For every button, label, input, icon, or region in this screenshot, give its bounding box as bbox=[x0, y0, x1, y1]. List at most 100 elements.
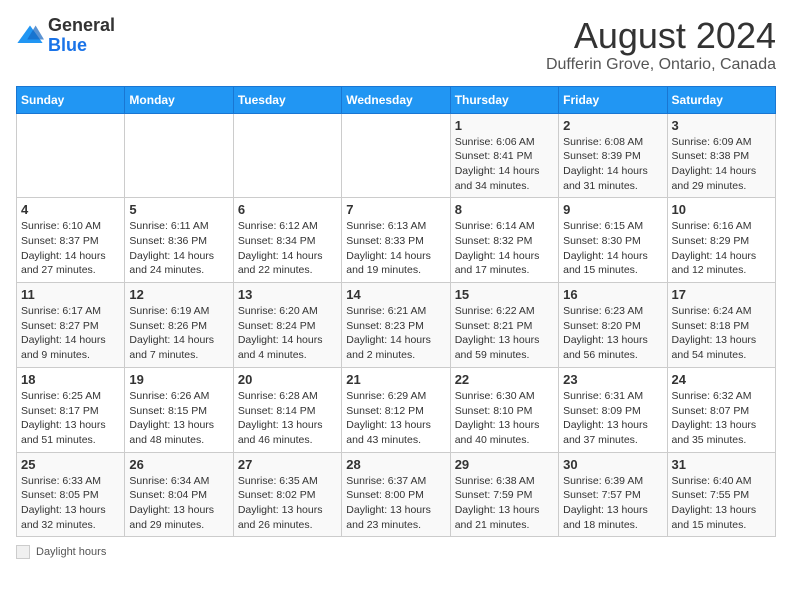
day-number: 7 bbox=[346, 202, 445, 217]
day-info: Sunrise: 6:19 AM Sunset: 8:26 PM Dayligh… bbox=[129, 304, 228, 363]
header-day-wednesday: Wednesday bbox=[342, 86, 450, 113]
calendar-cell: 24 Sunrise: 6:32 AM Sunset: 8:07 PM Dayli… bbox=[667, 367, 775, 452]
day-number: 3 bbox=[672, 118, 771, 133]
day-info: Sunrise: 6:24 AM Sunset: 8:18 PM Dayligh… bbox=[672, 304, 771, 363]
calendar-cell: 15Sunrise: 6:22 AM Sunset: 8:21 PM Dayli… bbox=[450, 283, 558, 368]
logo-icon bbox=[16, 22, 44, 50]
day-number: 12 bbox=[129, 287, 228, 302]
day-number: 13 bbox=[238, 287, 337, 302]
header-day-thursday: Thursday bbox=[450, 86, 558, 113]
calendar-cell: 28 Sunrise: 6:37 AM Sunset: 8:00 PM Dayli… bbox=[342, 452, 450, 537]
day-info: Sunrise: 6:12 AM Sunset: 8:34 PM Dayligh… bbox=[238, 219, 337, 278]
day-info: Sunrise: 6:29 AM Sunset: 8:12 PM Dayligh… bbox=[346, 389, 445, 448]
calendar-cell: 19Sunrise: 6:26 AM Sunset: 8:15 PM Dayli… bbox=[125, 367, 233, 452]
day-info: Sunrise: 6:31 AM Sunset: 8:09 PM Dayligh… bbox=[563, 389, 662, 448]
day-info: Sunrise: 6:26 AM Sunset: 8:15 PM Dayligh… bbox=[129, 389, 228, 448]
day-info: Sunrise: 6:37 AM Sunset: 8:00 PM Dayligh… bbox=[346, 474, 445, 533]
day-number: 21 bbox=[346, 372, 445, 387]
calendar-cell: 7 Sunrise: 6:13 AM Sunset: 8:33 PM Daylig… bbox=[342, 198, 450, 283]
day-info: Sunrise: 6:33 AM Sunset: 8:05 PM Dayligh… bbox=[21, 474, 120, 533]
calendar-cell: 1 Sunrise: 6:06 AM Sunset: 8:41 PM Daylig… bbox=[450, 113, 558, 198]
day-info: Sunrise: 6:21 AM Sunset: 8:23 PM Dayligh… bbox=[346, 304, 445, 363]
calendar-cell bbox=[233, 113, 341, 198]
day-number: 4 bbox=[21, 202, 120, 217]
calendar-cell: 3 Sunrise: 6:09 AM Sunset: 8:38 PM Daylig… bbox=[667, 113, 775, 198]
header-day-sunday: Sunday bbox=[17, 86, 125, 113]
header: General Blue August 2024 Dufferin Grove,… bbox=[16, 16, 776, 74]
calendar-cell: 16 Sunrise: 6:23 AM Sunset: 8:20 PM Dayli… bbox=[559, 283, 667, 368]
week-row-3: 18Sunrise: 6:25 AM Sunset: 8:17 PM Dayli… bbox=[17, 367, 776, 452]
calendar-cell: 31Sunrise: 6:40 AM Sunset: 7:55 PM Dayli… bbox=[667, 452, 775, 537]
calendar-cell: 22 Sunrise: 6:30 AM Sunset: 8:10 PM Dayli… bbox=[450, 367, 558, 452]
header-row: SundayMondayTuesdayWednesdayThursdayFrid… bbox=[17, 86, 776, 113]
main-title: August 2024 bbox=[546, 16, 776, 56]
calendar-cell: 2Sunrise: 6:08 AM Sunset: 8:39 PM Daylig… bbox=[559, 113, 667, 198]
day-info: Sunrise: 6:14 AM Sunset: 8:32 PM Dayligh… bbox=[455, 219, 554, 278]
day-number: 24 bbox=[672, 372, 771, 387]
footer-note: Daylight hours bbox=[16, 545, 776, 559]
logo: General Blue bbox=[16, 16, 115, 56]
calendar-cell: 6Sunrise: 6:12 AM Sunset: 8:34 PM Daylig… bbox=[233, 198, 341, 283]
day-info: Sunrise: 6:22 AM Sunset: 8:21 PM Dayligh… bbox=[455, 304, 554, 363]
day-number: 1 bbox=[455, 118, 554, 133]
week-row-4: 25Sunrise: 6:33 AM Sunset: 8:05 PM Dayli… bbox=[17, 452, 776, 537]
day-info: Sunrise: 6:32 AM Sunset: 8:07 PM Dayligh… bbox=[672, 389, 771, 448]
calendar-cell: 14Sunrise: 6:21 AM Sunset: 8:23 PM Dayli… bbox=[342, 283, 450, 368]
day-number: 16 bbox=[563, 287, 662, 302]
footer-text: Daylight hours bbox=[36, 546, 106, 558]
week-row-2: 11 Sunrise: 6:17 AM Sunset: 8:27 PM Dayli… bbox=[17, 283, 776, 368]
title-area: August 2024 Dufferin Grove, Ontario, Can… bbox=[546, 16, 776, 74]
calendar-cell: 12 Sunrise: 6:19 AM Sunset: 8:26 PM Dayli… bbox=[125, 283, 233, 368]
calendar-cell: 10 Sunrise: 6:16 AM Sunset: 8:29 PM Dayli… bbox=[667, 198, 775, 283]
day-info: Sunrise: 6:09 AM Sunset: 8:38 PM Dayligh… bbox=[672, 135, 771, 194]
calendar-cell: 20Sunrise: 6:28 AM Sunset: 8:14 PM Dayli… bbox=[233, 367, 341, 452]
day-info: Sunrise: 6:06 AM Sunset: 8:41 PM Dayligh… bbox=[455, 135, 554, 194]
calendar-cell: 8 Sunrise: 6:14 AM Sunset: 8:32 PM Daylig… bbox=[450, 198, 558, 283]
day-number: 17 bbox=[672, 287, 771, 302]
calendar-cell: 18Sunrise: 6:25 AM Sunset: 8:17 PM Dayli… bbox=[17, 367, 125, 452]
day-info: Sunrise: 6:38 AM Sunset: 7:59 PM Dayligh… bbox=[455, 474, 554, 533]
calendar-body: 1 Sunrise: 6:06 AM Sunset: 8:41 PM Daylig… bbox=[17, 113, 776, 537]
day-info: Sunrise: 6:17 AM Sunset: 8:27 PM Dayligh… bbox=[21, 304, 120, 363]
header-day-tuesday: Tuesday bbox=[233, 86, 341, 113]
calendar-cell: 13Sunrise: 6:20 AM Sunset: 8:24 PM Dayli… bbox=[233, 283, 341, 368]
calendar-cell: 23 Sunrise: 6:31 AM Sunset: 8:09 PM Dayli… bbox=[559, 367, 667, 452]
day-number: 28 bbox=[346, 457, 445, 472]
day-number: 2 bbox=[563, 118, 662, 133]
day-info: Sunrise: 6:40 AM Sunset: 7:55 PM Dayligh… bbox=[672, 474, 771, 533]
calendar-cell bbox=[17, 113, 125, 198]
calendar-cell: 21 Sunrise: 6:29 AM Sunset: 8:12 PM Dayli… bbox=[342, 367, 450, 452]
calendar-cell: 29 Sunrise: 6:38 AM Sunset: 7:59 PM Dayli… bbox=[450, 452, 558, 537]
calendar-cell: 5Sunrise: 6:11 AM Sunset: 8:36 PM Daylig… bbox=[125, 198, 233, 283]
calendar: SundayMondayTuesdayWednesdayThursdayFrid… bbox=[16, 86, 776, 538]
day-info: Sunrise: 6:15 AM Sunset: 8:30 PM Dayligh… bbox=[563, 219, 662, 278]
week-row-0: 1 Sunrise: 6:06 AM Sunset: 8:41 PM Daylig… bbox=[17, 113, 776, 198]
day-info: Sunrise: 6:30 AM Sunset: 8:10 PM Dayligh… bbox=[455, 389, 554, 448]
day-info: Sunrise: 6:28 AM Sunset: 8:14 PM Dayligh… bbox=[238, 389, 337, 448]
day-info: Sunrise: 6:11 AM Sunset: 8:36 PM Dayligh… bbox=[129, 219, 228, 278]
calendar-cell: 25Sunrise: 6:33 AM Sunset: 8:05 PM Dayli… bbox=[17, 452, 125, 537]
day-number: 10 bbox=[672, 202, 771, 217]
calendar-header: SundayMondayTuesdayWednesdayThursdayFrid… bbox=[17, 86, 776, 113]
day-info: Sunrise: 6:39 AM Sunset: 7:57 PM Dayligh… bbox=[563, 474, 662, 533]
calendar-cell: 17 Sunrise: 6:24 AM Sunset: 8:18 PM Dayli… bbox=[667, 283, 775, 368]
day-number: 26 bbox=[129, 457, 228, 472]
day-info: Sunrise: 6:13 AM Sunset: 8:33 PM Dayligh… bbox=[346, 219, 445, 278]
day-number: 11 bbox=[21, 287, 120, 302]
subtitle: Dufferin Grove, Ontario, Canada bbox=[546, 56, 776, 74]
day-number: 29 bbox=[455, 457, 554, 472]
day-info: Sunrise: 6:23 AM Sunset: 8:20 PM Dayligh… bbox=[563, 304, 662, 363]
calendar-cell: 9Sunrise: 6:15 AM Sunset: 8:30 PM Daylig… bbox=[559, 198, 667, 283]
calendar-cell: 27Sunrise: 6:35 AM Sunset: 8:02 PM Dayli… bbox=[233, 452, 341, 537]
day-info: Sunrise: 6:35 AM Sunset: 8:02 PM Dayligh… bbox=[238, 474, 337, 533]
day-number: 23 bbox=[563, 372, 662, 387]
header-day-friday: Friday bbox=[559, 86, 667, 113]
calendar-cell: 11 Sunrise: 6:17 AM Sunset: 8:27 PM Dayli… bbox=[17, 283, 125, 368]
day-number: 22 bbox=[455, 372, 554, 387]
calendar-cell: 26Sunrise: 6:34 AM Sunset: 8:04 PM Dayli… bbox=[125, 452, 233, 537]
logo-text: General Blue bbox=[48, 16, 115, 56]
header-day-monday: Monday bbox=[125, 86, 233, 113]
day-number: 8 bbox=[455, 202, 554, 217]
day-info: Sunrise: 6:16 AM Sunset: 8:29 PM Dayligh… bbox=[672, 219, 771, 278]
day-info: Sunrise: 6:25 AM Sunset: 8:17 PM Dayligh… bbox=[21, 389, 120, 448]
